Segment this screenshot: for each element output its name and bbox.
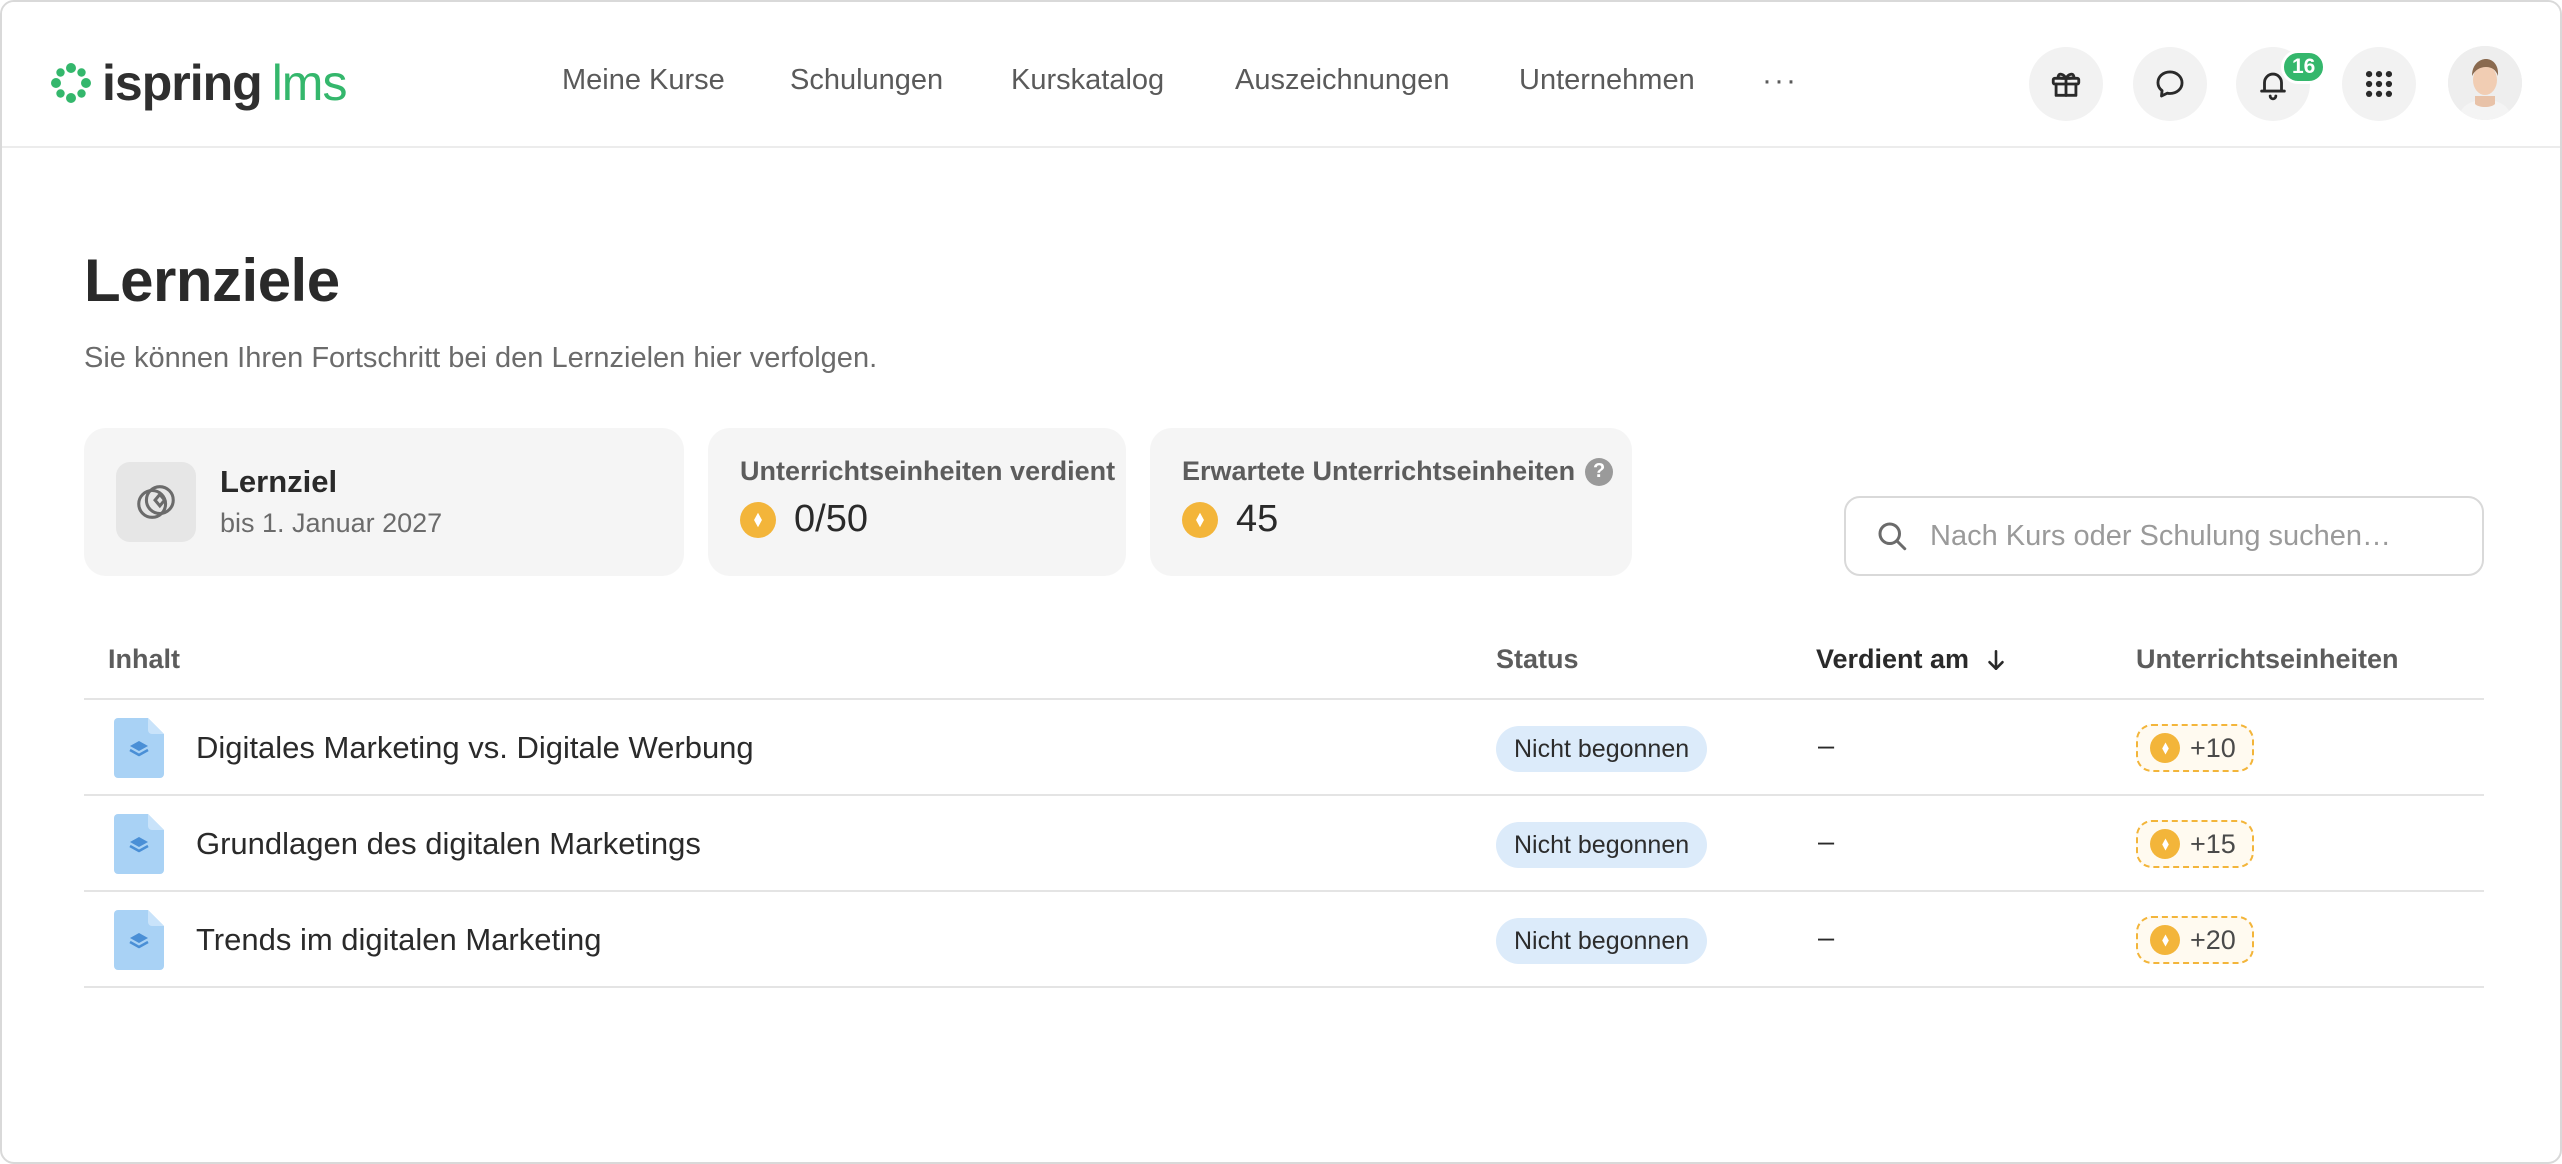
table-row[interactable]: Digitales Marketing vs. Digitale Werbung… xyxy=(84,700,2484,796)
chat-button[interactable] xyxy=(2133,47,2207,121)
gift-button[interactable] xyxy=(2029,47,2103,121)
search-icon xyxy=(1878,522,1907,551)
logo-text: ispring xyxy=(102,55,263,111)
app-window: ispring lms Meine Kurse Schulungen Kursk… xyxy=(0,0,2562,1164)
course-document-icon xyxy=(114,718,164,778)
column-header-status[interactable]: Status xyxy=(1496,644,1579,675)
apps-button[interactable] xyxy=(2342,47,2416,121)
units-value: +15 xyxy=(2190,828,2236,859)
course-title[interactable]: Trends im digitalen Marketing xyxy=(196,922,601,958)
page-subtitle: Sie können Ihren Fortschritt bei den Ler… xyxy=(84,342,878,374)
table-row[interactable]: Grundlagen des digitalen Marketings Nich… xyxy=(84,796,2484,892)
column-header-earned-on[interactable]: Verdient am xyxy=(1816,644,2009,675)
earned-on-value: – xyxy=(1818,730,1835,762)
earned-on-value: – xyxy=(1818,922,1835,954)
course-title[interactable]: Grundlagen des digitalen Marketings xyxy=(196,826,701,862)
nav-unternehmen[interactable]: Unternehmen xyxy=(1519,64,1695,97)
earned-units-value: 0/50 xyxy=(794,498,868,540)
coin-icon xyxy=(2150,925,2180,955)
units-badge: +20 xyxy=(2136,916,2254,964)
target-coins-icon xyxy=(137,485,175,519)
help-icon[interactable]: ? xyxy=(1585,457,1614,486)
course-title[interactable]: Digitales Marketing vs. Digitale Werbung xyxy=(196,730,754,766)
nav-more-button[interactable]: ··· xyxy=(1762,64,1798,98)
table-header: Inhalt Status Verdient am Unterrichtsein… xyxy=(84,628,2484,700)
status-badge: Nicht begonnen xyxy=(1496,726,1708,772)
goal-deadline: bis 1. Januar 2027 xyxy=(220,508,443,538)
gift-icon xyxy=(2051,72,2081,97)
expected-units-value: 45 xyxy=(1236,498,1279,540)
chat-icon xyxy=(2156,70,2184,98)
nav-schulungen[interactable]: Schulungen xyxy=(790,64,943,97)
earned-units-label: Unterrichtseinheiten verdient xyxy=(740,456,1115,487)
nav-auszeichnungen[interactable]: Auszeichnungen xyxy=(1235,64,1449,97)
column-header-content[interactable]: Inhalt xyxy=(108,644,180,675)
earned-units-card: Unterrichtseinheiten verdient 0/50 xyxy=(708,428,1126,576)
units-badge: +15 xyxy=(2136,820,2254,868)
column-header-status-label: Status xyxy=(1496,644,1579,674)
expected-units-value-row: 45 xyxy=(1182,498,1278,541)
search-box[interactable] xyxy=(1844,496,2484,576)
goal-title: Lernziel xyxy=(220,464,338,499)
column-header-earned-on-label: Verdient am xyxy=(1816,644,1970,674)
user-avatar[interactable] xyxy=(2448,46,2522,120)
earned-units-label-text: Unterrichtseinheiten verdient xyxy=(740,456,1116,486)
column-header-content-label: Inhalt xyxy=(108,644,180,674)
course-document-icon xyxy=(114,910,164,970)
coin-icon xyxy=(740,501,776,538)
logo[interactable]: ispring lms xyxy=(48,54,348,112)
expected-units-label-text: Erwartete Unterrichtseinheiten xyxy=(1182,456,1576,486)
units-value: +20 xyxy=(2190,924,2236,955)
earned-on-value: – xyxy=(1818,826,1835,858)
coin-icon xyxy=(2150,733,2180,763)
coin-icon xyxy=(2150,829,2180,859)
goal-icon-box xyxy=(116,462,196,542)
coin-icon xyxy=(1182,501,1218,538)
nav-kurskatalog[interactable]: Kurskatalog xyxy=(1011,64,1164,97)
goal-card: Lernziel bis 1. Januar 2027 xyxy=(84,428,684,576)
search-input[interactable] xyxy=(1930,519,2470,553)
column-header-units[interactable]: Unterrichtseinheiten xyxy=(2136,644,2399,675)
table-row[interactable]: Trends im digitalen Marketing Nicht bego… xyxy=(84,892,2484,988)
top-header: ispring lms Meine Kurse Schulungen Kursk… xyxy=(2,2,2560,148)
status-badge: Nicht begonnen xyxy=(1496,822,1708,868)
column-header-units-label: Unterrichtseinheiten xyxy=(2136,644,2399,674)
apps-grid-icon xyxy=(2365,70,2393,98)
earned-units-value-row: 0/50 xyxy=(740,498,868,541)
ispring-logo-icon xyxy=(51,63,91,103)
page-title: Lernziele xyxy=(84,247,340,314)
status-badge: Nicht begonnen xyxy=(1496,918,1708,964)
logo-text-lms: lms xyxy=(271,55,348,111)
notification-count-badge: 16 xyxy=(2281,50,2327,84)
nav-meine-kurse[interactable]: Meine Kurse xyxy=(562,64,725,97)
sort-descending-icon xyxy=(1988,649,2004,670)
expected-units-label: Erwartete Unterrichtseinheiten ? xyxy=(1182,456,1614,487)
units-badge: +10 xyxy=(2136,724,2254,772)
course-document-icon xyxy=(114,814,164,874)
expected-units-card: Erwartete Unterrichtseinheiten ? 45 xyxy=(1150,428,1632,576)
user-avatar-image xyxy=(2448,46,2522,120)
units-value: +10 xyxy=(2190,732,2236,763)
